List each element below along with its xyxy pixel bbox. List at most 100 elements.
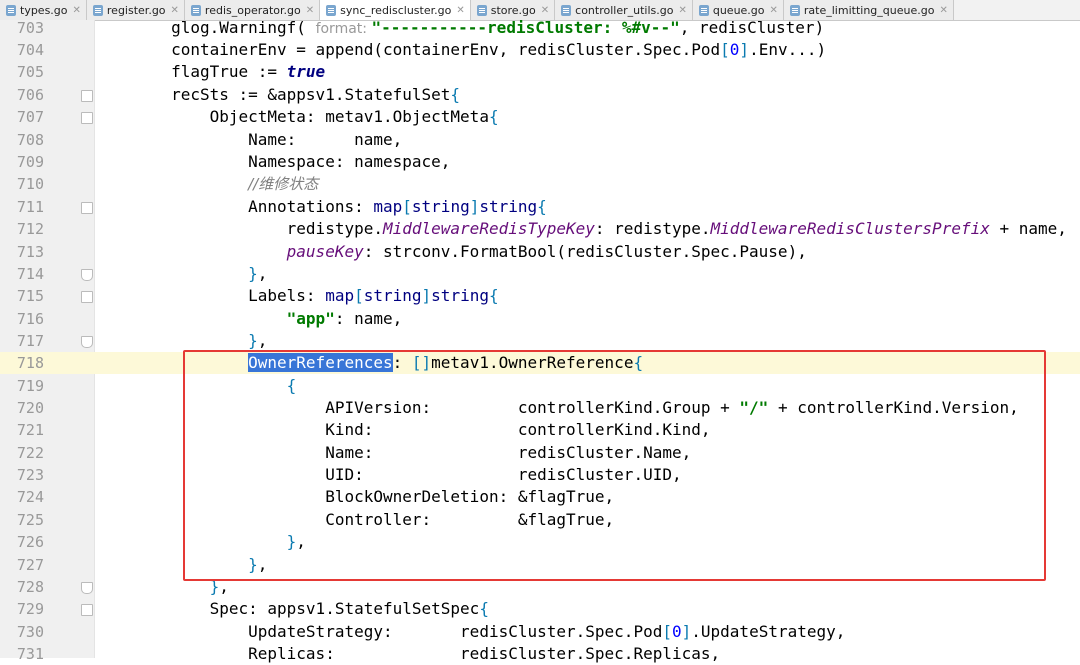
line-number: 703 xyxy=(16,19,44,37)
line-number: 715 xyxy=(16,287,44,305)
code-line[interactable]: 730 UpdateStrategy: redisCluster.Spec.Po… xyxy=(0,621,1080,643)
go-file-icon xyxy=(326,4,337,16)
go-file-icon xyxy=(561,4,572,16)
close-tab-icon[interactable]: ✕ xyxy=(678,5,686,16)
code-token: map xyxy=(325,286,355,305)
fold-end-icon[interactable] xyxy=(81,582,93,594)
code-line[interactable]: 710 //维修状态 xyxy=(0,173,1080,195)
code-token: UpdateStrategy: redisCluster.Spec.Pod xyxy=(94,622,663,641)
code-token: .UpdateStrategy, xyxy=(691,622,846,641)
fold-toggle-icon[interactable] xyxy=(81,291,93,303)
line-number: 712 xyxy=(16,220,44,238)
close-tab-icon[interactable]: ✕ xyxy=(171,5,179,16)
code-text: redistype.MiddlewareRedisTypeKey: redist… xyxy=(94,218,1067,240)
code-line[interactable]: 729 Spec: appsv1.StatefulSetSpec{ xyxy=(0,598,1080,620)
code-token: format: xyxy=(315,21,372,37)
code-token: Namespace: namespace, xyxy=(94,152,451,171)
code-token: [ xyxy=(662,622,672,641)
code-text: }, xyxy=(94,330,267,352)
code-token: Name: name, xyxy=(94,130,403,149)
code-token: , redisCluster) xyxy=(679,18,825,37)
code-line[interactable]: 708 Name: name, xyxy=(0,129,1080,151)
code-line[interactable]: 706 recSts := &appsv1.StatefulSet{ xyxy=(0,84,1080,106)
go-file-icon xyxy=(92,4,103,16)
code-token: { xyxy=(488,286,499,305)
fold-toggle-icon[interactable] xyxy=(81,112,93,124)
code-line[interactable]: 703 glog.Warningf( format: "-----------r… xyxy=(0,17,1080,39)
code-token: { xyxy=(537,197,547,216)
close-tab-icon[interactable]: ✕ xyxy=(939,5,947,16)
code-token: { xyxy=(450,85,461,104)
code-line[interactable]: 713 pauseKey: strconv.FormatBool(redisCl… xyxy=(0,241,1080,263)
code-text: Labels: map[string]string{ xyxy=(94,285,499,307)
code-line[interactable]: 717 }, xyxy=(0,330,1080,352)
code-token: } xyxy=(248,264,258,283)
fold-end-icon[interactable] xyxy=(81,336,93,348)
tab-label: redis_operator.go xyxy=(204,3,301,17)
code-token: ] xyxy=(681,622,692,641)
code-text: containerEnv = append(containerEnv, redi… xyxy=(94,39,826,61)
code-token: { xyxy=(479,599,489,618)
code-text: Annotations: map[string]string{ xyxy=(94,196,547,218)
line-number: 723 xyxy=(16,466,44,484)
tab-label: register.go xyxy=(106,3,166,17)
line-number: 709 xyxy=(16,153,44,171)
code-token: map xyxy=(373,197,403,216)
highlight-annotation-box xyxy=(183,350,1046,581)
code-token: : strconv.FormatBool(redisCluster.Spec.P… xyxy=(363,242,807,261)
code-token: Replicas: redisCluster.Spec.Replicas, xyxy=(94,644,721,663)
code-token: recSts := &appsv1.StatefulSet xyxy=(94,85,451,104)
code-line[interactable]: 714 }, xyxy=(0,263,1080,285)
code-token: pauseKey xyxy=(286,242,364,261)
code-line[interactable]: 712 redistype.MiddlewareRedisTypeKey: re… xyxy=(0,218,1080,240)
close-tab-icon[interactable]: ✕ xyxy=(541,5,549,16)
line-number: 727 xyxy=(16,556,44,574)
fold-toggle-icon[interactable] xyxy=(81,90,93,102)
code-text: "app": name, xyxy=(94,308,403,330)
code-token: ObjectMeta: metav1.ObjectMeta xyxy=(94,107,489,126)
line-number: 708 xyxy=(16,131,44,149)
fold-toggle-icon[interactable] xyxy=(81,604,93,616)
code-token: MiddlewareRedisClustersPrefix xyxy=(710,219,990,238)
code-line[interactable]: 711 Annotations: map[string]string{ xyxy=(0,196,1080,218)
code-text: glog.Warningf( format: "-----------redis… xyxy=(94,17,824,40)
code-text: }, xyxy=(94,263,267,285)
close-tab-icon[interactable]: ✕ xyxy=(306,5,314,16)
code-line[interactable]: 731 Replicas: redisCluster.Spec.Replicas… xyxy=(0,643,1080,665)
line-number: 713 xyxy=(16,243,44,261)
close-tab-icon[interactable]: ✕ xyxy=(73,5,81,16)
code-token: , xyxy=(257,331,268,350)
code-token: .Env...) xyxy=(749,40,827,59)
code-token: MiddlewareRedisTypeKey xyxy=(382,219,595,238)
code-line[interactable]: 707 ObjectMeta: metav1.ObjectMeta{ xyxy=(0,106,1080,128)
fold-toggle-icon[interactable] xyxy=(81,202,93,214)
fold-end-icon[interactable] xyxy=(81,269,93,281)
close-tab-icon[interactable]: ✕ xyxy=(456,5,464,16)
line-number: 717 xyxy=(16,332,44,350)
line-number: 726 xyxy=(16,533,44,551)
line-number: 714 xyxy=(16,265,44,283)
line-number: 716 xyxy=(16,310,44,328)
line-number: 706 xyxy=(16,86,44,104)
code-token: "app" xyxy=(286,309,335,328)
code-token: Labels: xyxy=(94,286,326,305)
code-line[interactable]: 709 Namespace: namespace, xyxy=(0,151,1080,173)
tab-label: types.go xyxy=(20,3,68,17)
code-line[interactable]: 704 containerEnv = append(containerEnv, … xyxy=(0,39,1080,61)
code-text: //维修状态 xyxy=(94,173,318,195)
close-tab-icon[interactable]: ✕ xyxy=(770,5,778,16)
code-line[interactable]: 716 "app": name, xyxy=(0,308,1080,330)
code-token: //维修状态 xyxy=(248,175,319,193)
code-token: Spec: appsv1.StatefulSetSpec xyxy=(94,599,480,618)
code-line[interactable]: 705 flagTrue := true xyxy=(0,61,1080,83)
code-token: ] xyxy=(469,197,480,216)
tab-label: store.go xyxy=(490,3,536,17)
code-text: pauseKey: strconv.FormatBool(redisCluste… xyxy=(94,241,807,263)
code-line[interactable]: 715 Labels: map[string]string{ xyxy=(0,285,1080,307)
code-token: + name, xyxy=(989,219,1067,238)
